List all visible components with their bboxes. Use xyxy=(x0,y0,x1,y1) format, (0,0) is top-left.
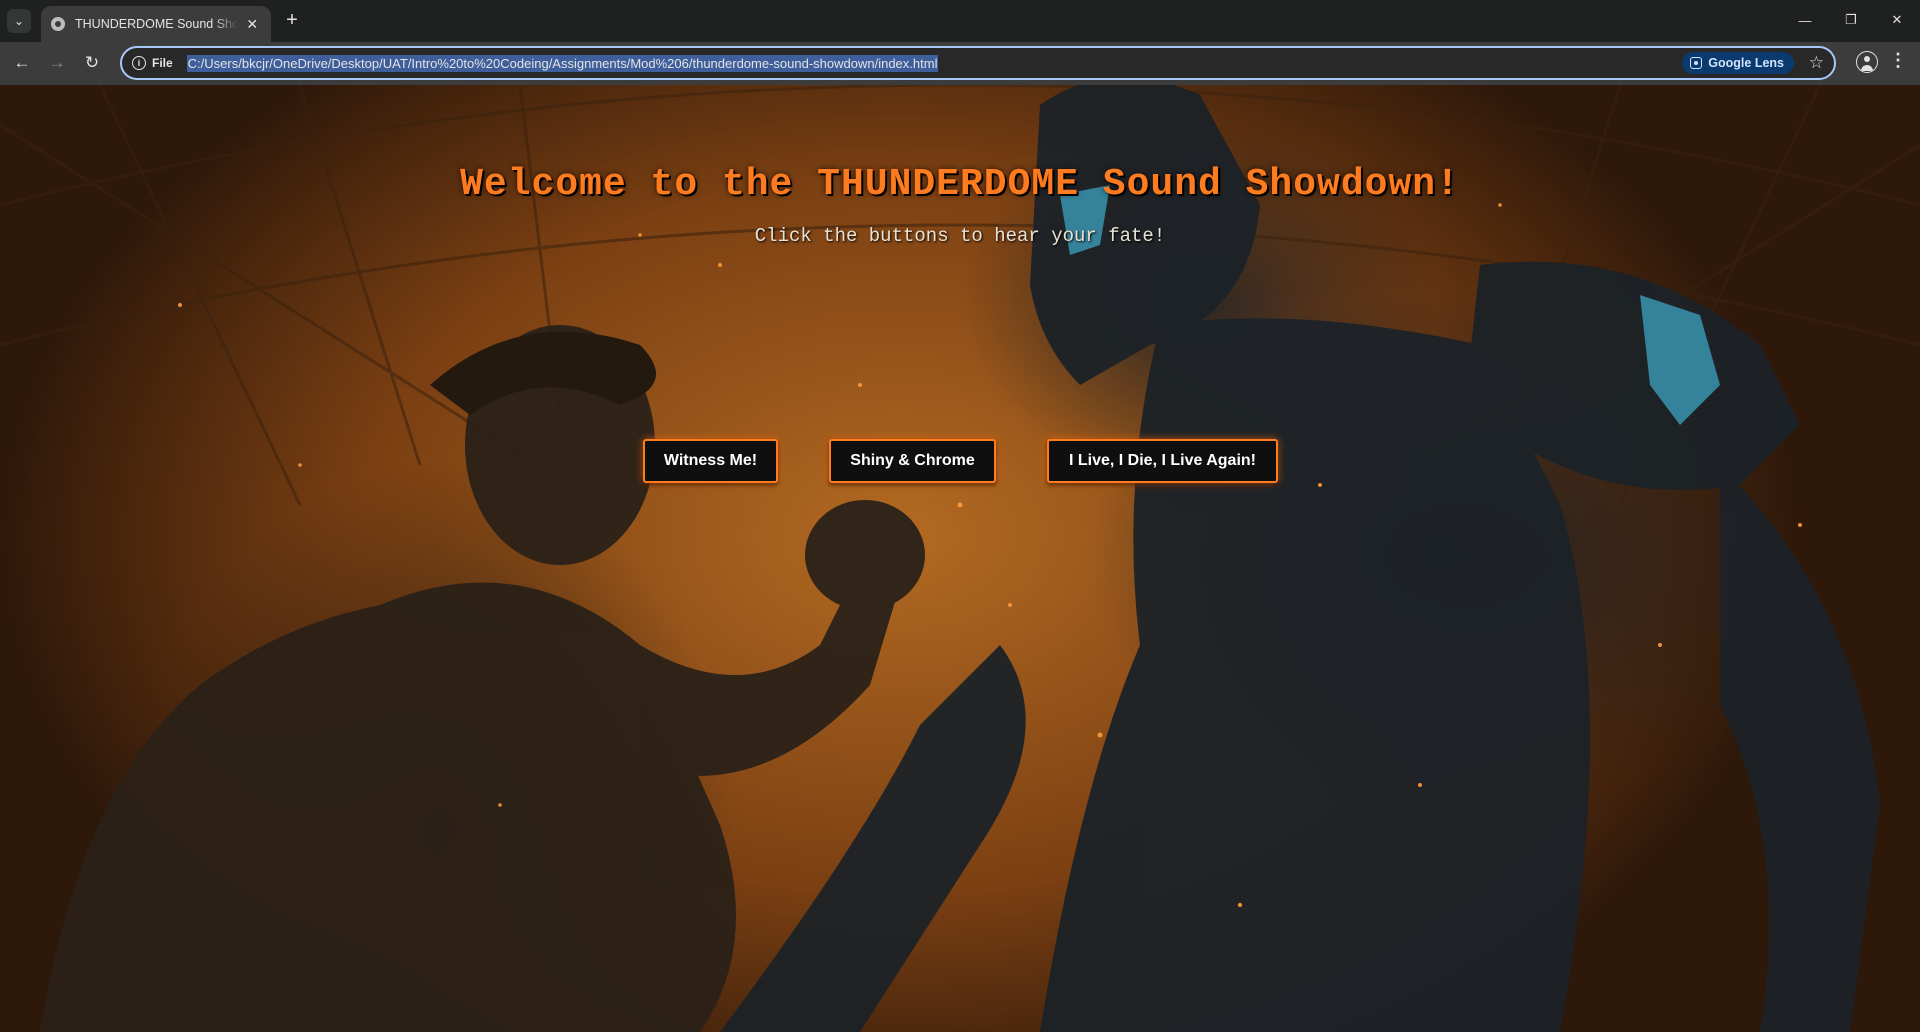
url-text[interactable]: C:/Users/bkcjr/OneDrive/Desktop/UAT/Intr… xyxy=(186,54,939,72)
restore-icon[interactable]: ❐ xyxy=(1828,0,1874,40)
globe-icon xyxy=(51,17,65,31)
close-window-icon[interactable]: ✕ xyxy=(1874,0,1920,40)
live-die-live-again-button[interactable]: I Live, I Die, I Live Again! xyxy=(1047,439,1278,483)
minimize-icon[interactable]: — xyxy=(1782,0,1828,40)
google-lens-button[interactable]: Google Lens xyxy=(1682,52,1794,74)
address-bar[interactable]: i File C:/Users/bkcjr/OneDrive/Desktop/U… xyxy=(120,46,1836,80)
witness-me-button[interactable]: Witness Me! xyxy=(643,439,778,483)
lens-label: Google Lens xyxy=(1708,56,1784,70)
window-controls: — ❐ ✕ xyxy=(1782,0,1920,42)
forward-arrow-right-icon[interactable]: → xyxy=(43,49,71,77)
new-tab-plus-icon[interactable]: + xyxy=(280,9,304,33)
profile-icon[interactable] xyxy=(1856,51,1878,73)
tab-strip: ⌄ THUNDERDOME Sound Showdown ✕ + — ❐ ✕ xyxy=(0,0,1920,42)
reload-icon[interactable]: ↻ xyxy=(78,49,106,77)
shiny-and-chrome-button[interactable]: Shiny & Chrome xyxy=(829,439,996,483)
page-title: Welcome to the THUNDERDOME Sound Showdow… xyxy=(460,163,1460,206)
page-content: Welcome to the THUNDERDOME Sound Showdow… xyxy=(0,85,1920,1032)
star-icon[interactable]: ☆ xyxy=(1809,53,1824,73)
page-viewport: Welcome to the THUNDERDOME Sound Showdow… xyxy=(0,85,1920,1032)
browser-toolbar: ← → ↻ i File C:/Users/bkcjr/OneDrive/Des… xyxy=(0,42,1920,85)
back-arrow-left-icon[interactable]: ← xyxy=(8,49,36,77)
kebab-menu-icon[interactable]: ⋮ xyxy=(1888,50,1908,71)
close-icon[interactable]: ✕ xyxy=(244,16,261,33)
tab-title: THUNDERDOME Sound Showdown xyxy=(75,17,238,31)
info-icon[interactable]: i xyxy=(132,56,146,70)
tab-search-chevron-down-icon[interactable]: ⌄ xyxy=(7,9,31,33)
scheme-label: File xyxy=(152,56,173,70)
browser-tab[interactable]: THUNDERDOME Sound Showdown ✕ xyxy=(41,6,271,42)
lens-icon xyxy=(1690,57,1703,69)
page-subtitle: Click the buttons to hear your fate! xyxy=(754,225,1166,247)
